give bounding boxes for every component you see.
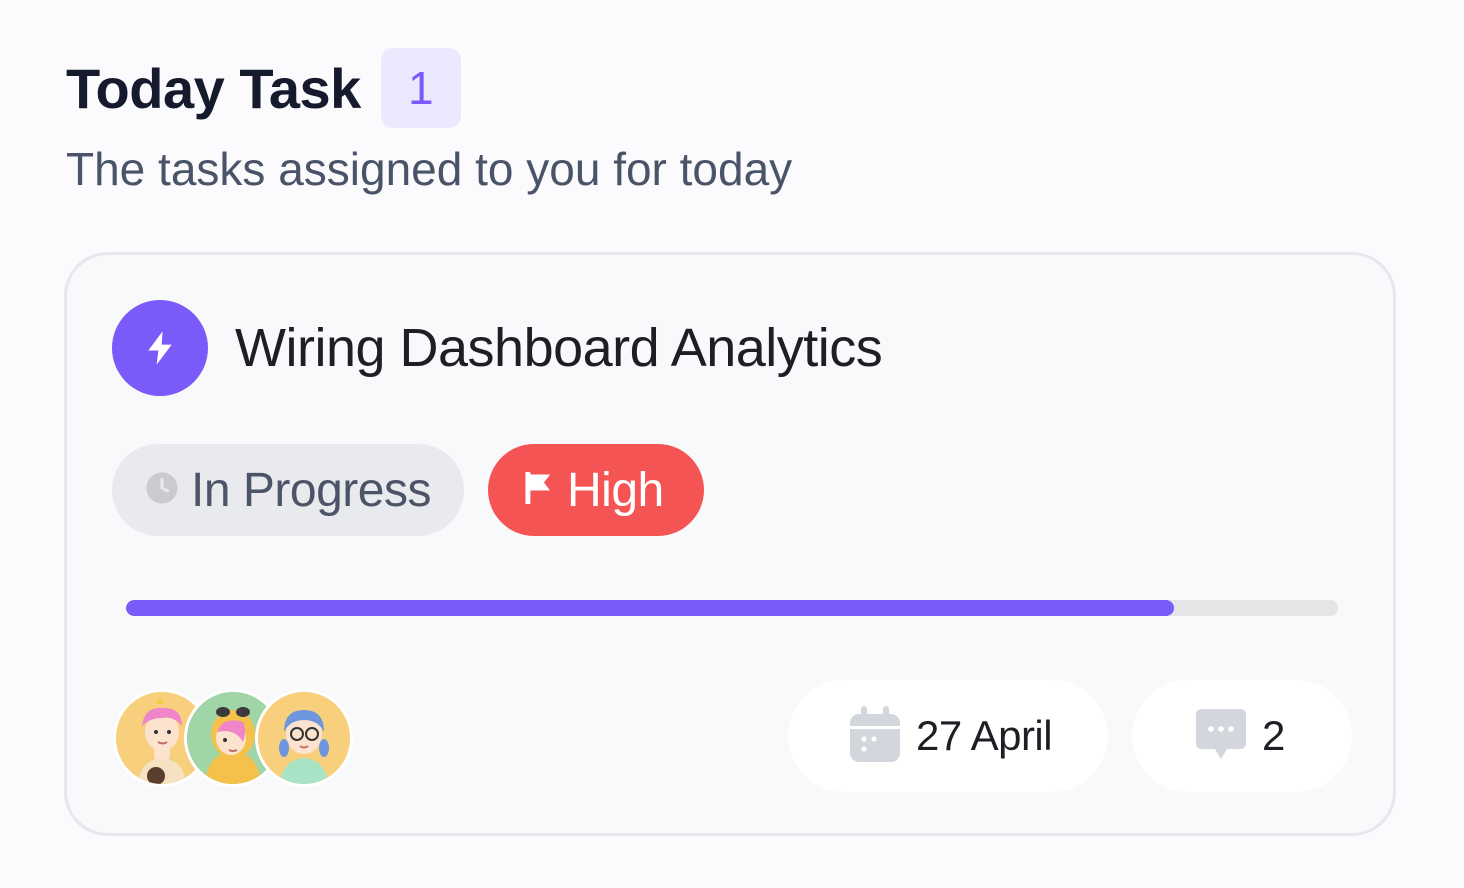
priority-badge[interactable]: High <box>488 444 704 536</box>
progress-bar <box>126 600 1338 616</box>
assignee-avatars[interactable] <box>113 689 363 787</box>
chat-bubble-icon <box>1194 707 1248 766</box>
comments-chip[interactable]: 2 <box>1132 680 1352 792</box>
section-header: Today Task 1 <box>66 48 461 128</box>
task-count-badge: 1 <box>380 48 461 128</box>
due-date-chip[interactable]: 27 April <box>788 680 1108 792</box>
task-title[interactable]: Wiring Dashboard Analytics <box>235 317 883 379</box>
calendar-icon <box>850 705 900 767</box>
task-card[interactable]: Wiring Dashboard Analytics In Progress H… <box>64 252 1396 836</box>
status-label: In Progress <box>191 463 431 517</box>
lightning-bolt-icon <box>112 300 208 396</box>
status-badge[interactable]: In Progress <box>112 444 464 536</box>
flag-icon <box>525 470 553 509</box>
avatar[interactable] <box>255 689 353 787</box>
priority-label: High <box>567 463 664 517</box>
progress-bar-fill <box>126 600 1175 616</box>
section-subtitle: The tasks assigned to you for today <box>66 143 793 195</box>
due-date-label: 27 April <box>916 712 1053 759</box>
section-title: Today Task <box>66 56 361 120</box>
clock-icon <box>145 471 179 510</box>
title-row: Today Task 1 <box>66 48 461 128</box>
comment-count: 2 <box>1262 712 1286 759</box>
